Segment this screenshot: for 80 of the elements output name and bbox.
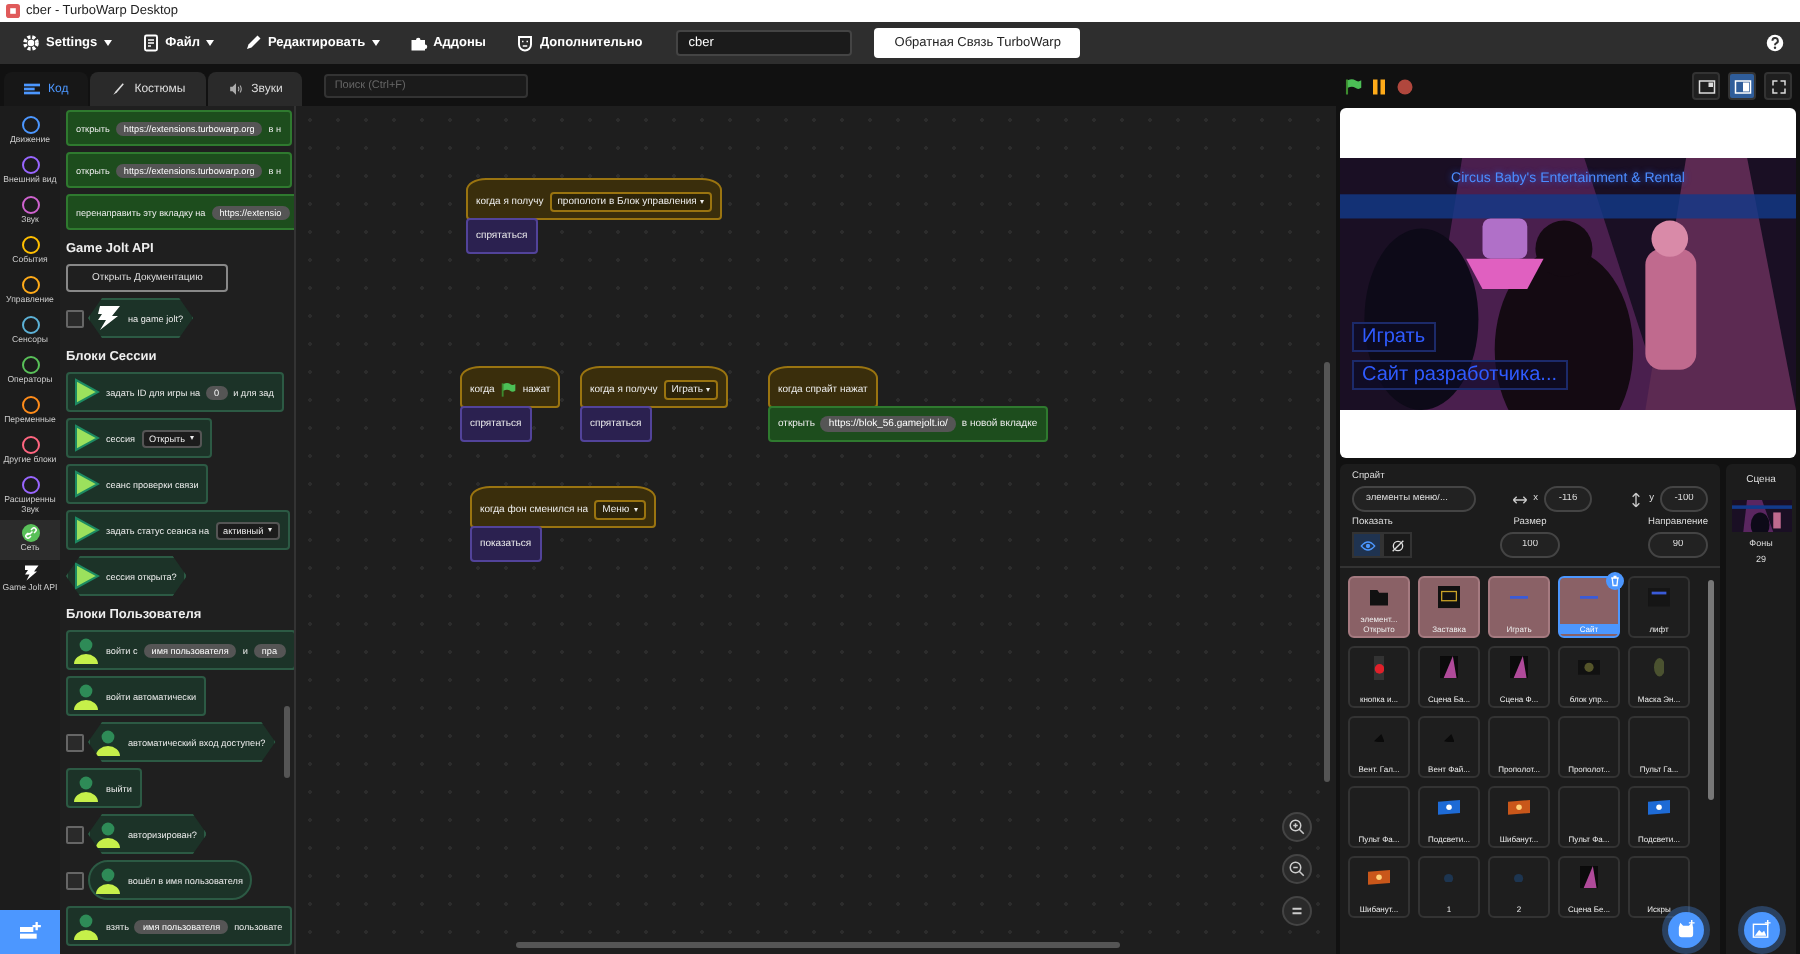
sprite-thumbnail — [1439, 656, 1459, 680]
help-icon[interactable] — [1766, 34, 1784, 52]
lightning-icon — [21, 563, 39, 582]
sprite-thumbnail — [1373, 655, 1385, 681]
user-icon — [94, 728, 122, 756]
monitor-checkbox[interactable] — [66, 871, 84, 889]
fullscreen-icon — [1769, 77, 1787, 95]
code-icon — [24, 82, 40, 96]
sprite-thumbnail — [1579, 866, 1599, 890]
sprite-thumbnail — [1647, 800, 1671, 816]
hide-button[interactable] — [1382, 532, 1412, 558]
sprite-thumbnail — [1437, 586, 1461, 610]
play-icon — [72, 424, 100, 452]
add-extension-icon — [18, 922, 42, 942]
zoom-in-button[interactable] — [1282, 812, 1312, 842]
eye-off-icon — [1389, 537, 1405, 553]
show-button[interactable] — [1352, 532, 1382, 558]
vertical-arrow-icon — [1627, 491, 1644, 507]
fullscreen-button[interactable] — [1764, 72, 1792, 100]
puzzle-icon — [409, 34, 428, 52]
stage-size-button[interactable] — [1728, 72, 1756, 100]
add-extension-button[interactable] — [0, 910, 60, 954]
lightning-icon — [94, 304, 122, 332]
sprite-thumbnail — [1647, 588, 1671, 608]
user-icon — [72, 636, 100, 664]
pencil-icon — [243, 34, 262, 52]
sprite-thumbnail — [1514, 873, 1524, 883]
add-sprite-button[interactable] — [1668, 912, 1704, 948]
folder-icon — [1369, 590, 1389, 606]
speaker-icon — [227, 82, 244, 96]
user-icon — [72, 682, 100, 710]
brush-icon — [110, 82, 127, 96]
play-icon — [72, 378, 100, 406]
small-stage-icon — [1697, 77, 1715, 95]
stage-menu-text[interactable]: Играть — [1352, 321, 1436, 351]
sprite-thumbnail — [1444, 873, 1454, 883]
user-icon — [72, 774, 100, 802]
zoom-out-button[interactable] — [1282, 854, 1312, 884]
monitor-checkbox[interactable] — [66, 825, 84, 843]
sprite-thumbnail — [1367, 870, 1391, 886]
monitor-checkbox[interactable] — [66, 309, 84, 327]
zoom-reset-button[interactable] — [1282, 896, 1312, 926]
horizontal-arrow-icon — [1511, 491, 1528, 507]
caret-icon — [205, 40, 214, 46]
sprite-thumbnail — [1653, 658, 1665, 678]
play-icon — [72, 516, 100, 544]
sprite-thumbnail — [1509, 656, 1529, 680]
equals-icon — [1288, 902, 1306, 920]
zoom-in-icon — [1288, 818, 1306, 836]
sprite-thumbnail — [1507, 800, 1531, 816]
settings-icon — [22, 34, 40, 52]
large-stage-icon — [1733, 77, 1751, 95]
scrollbar[interactable] — [516, 942, 1120, 948]
delete-icon[interactable] — [1606, 572, 1624, 590]
image-icon — [1751, 920, 1771, 940]
file-icon — [141, 34, 160, 52]
sprite-thumbnail — [1437, 800, 1461, 816]
caret-icon — [103, 40, 112, 46]
scrollbar[interactable] — [1324, 362, 1330, 782]
flag-icon — [500, 382, 517, 398]
scrollbar[interactable] — [1708, 580, 1714, 800]
add-backdrop-button[interactable] — [1743, 912, 1779, 948]
stage-menu-text[interactable]: Сайт разработчика... — [1352, 359, 1567, 389]
scrollbar[interactable] — [284, 706, 290, 778]
stop-icon[interactable] — [1396, 77, 1414, 95]
caret-icon — [371, 40, 380, 46]
eye-icon — [1359, 537, 1375, 553]
zoom-out-icon — [1288, 860, 1306, 878]
stage-size-button[interactable] — [1692, 72, 1720, 100]
cat-icon — [1676, 920, 1696, 940]
user-icon — [72, 912, 100, 940]
mask-icon — [515, 34, 534, 52]
play-icon — [72, 470, 100, 498]
user-icon — [94, 820, 122, 848]
monitor-checkbox[interactable] — [66, 733, 84, 751]
pause-icon[interactable] — [1370, 77, 1388, 95]
flag-icon[interactable] — [1344, 77, 1362, 95]
play-icon — [72, 562, 100, 590]
sprite-thumbnail — [1577, 660, 1601, 676]
user-icon — [94, 866, 122, 894]
